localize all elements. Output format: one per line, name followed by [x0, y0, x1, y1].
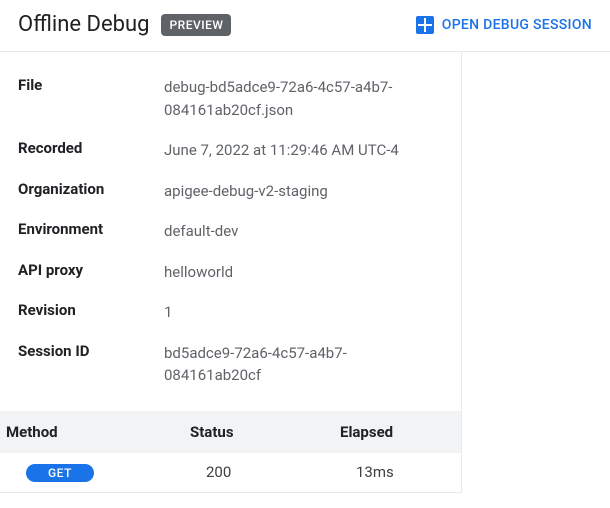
details-panel: File debug-bd5adce9-72a6-4c57-a4b7-08416…	[0, 52, 462, 493]
environment-value: default-dev	[164, 220, 443, 243]
recorded-value: June 7, 2022 at 11:29:46 AM UTC-4	[164, 139, 443, 162]
environment-label: Environment	[18, 220, 160, 243]
revision-label: Revision	[18, 301, 160, 324]
file-label: File	[18, 76, 160, 121]
method-pill: GET	[26, 464, 94, 482]
organization-label: Organization	[18, 180, 160, 203]
plus-icon	[416, 16, 434, 34]
table-row[interactable]: GET 200 13ms	[0, 453, 461, 493]
col-method: Method	[6, 423, 156, 441]
recorded-label: Recorded	[18, 139, 160, 162]
header-left: Offline Debug PREVIEW	[18, 12, 231, 37]
preview-badge: PREVIEW	[161, 14, 231, 36]
organization-value: apigee-debug-v2-staging	[164, 180, 443, 203]
revision-value: 1	[164, 301, 443, 324]
session-id-label: Session ID	[18, 342, 160, 387]
header: Offline Debug PREVIEW OPEN DEBUG SESSION	[0, 0, 610, 51]
api-proxy-value: helloworld	[164, 261, 443, 284]
metadata-grid: File debug-bd5adce9-72a6-4c57-a4b7-08416…	[0, 52, 461, 411]
cell-method: GET	[6, 463, 156, 482]
transactions-table-header: Method Status Elapsed	[0, 411, 461, 453]
col-elapsed: Elapsed	[306, 423, 455, 441]
cell-status: 200	[156, 463, 306, 481]
cell-elapsed: 13ms	[306, 463, 455, 481]
open-debug-session-button[interactable]: OPEN DEBUG SESSION	[416, 16, 592, 34]
open-debug-session-label: OPEN DEBUG SESSION	[442, 17, 592, 33]
file-value: debug-bd5adce9-72a6-4c57-a4b7-084161ab20…	[164, 76, 443, 121]
col-status: Status	[156, 423, 306, 441]
api-proxy-label: API proxy	[18, 261, 160, 284]
page-title: Offline Debug	[18, 12, 149, 37]
session-id-value: bd5adce9-72a6-4c57-a4b7-084161ab20cf	[164, 342, 443, 387]
panel-wrap: File debug-bd5adce9-72a6-4c57-a4b7-08416…	[0, 52, 610, 493]
